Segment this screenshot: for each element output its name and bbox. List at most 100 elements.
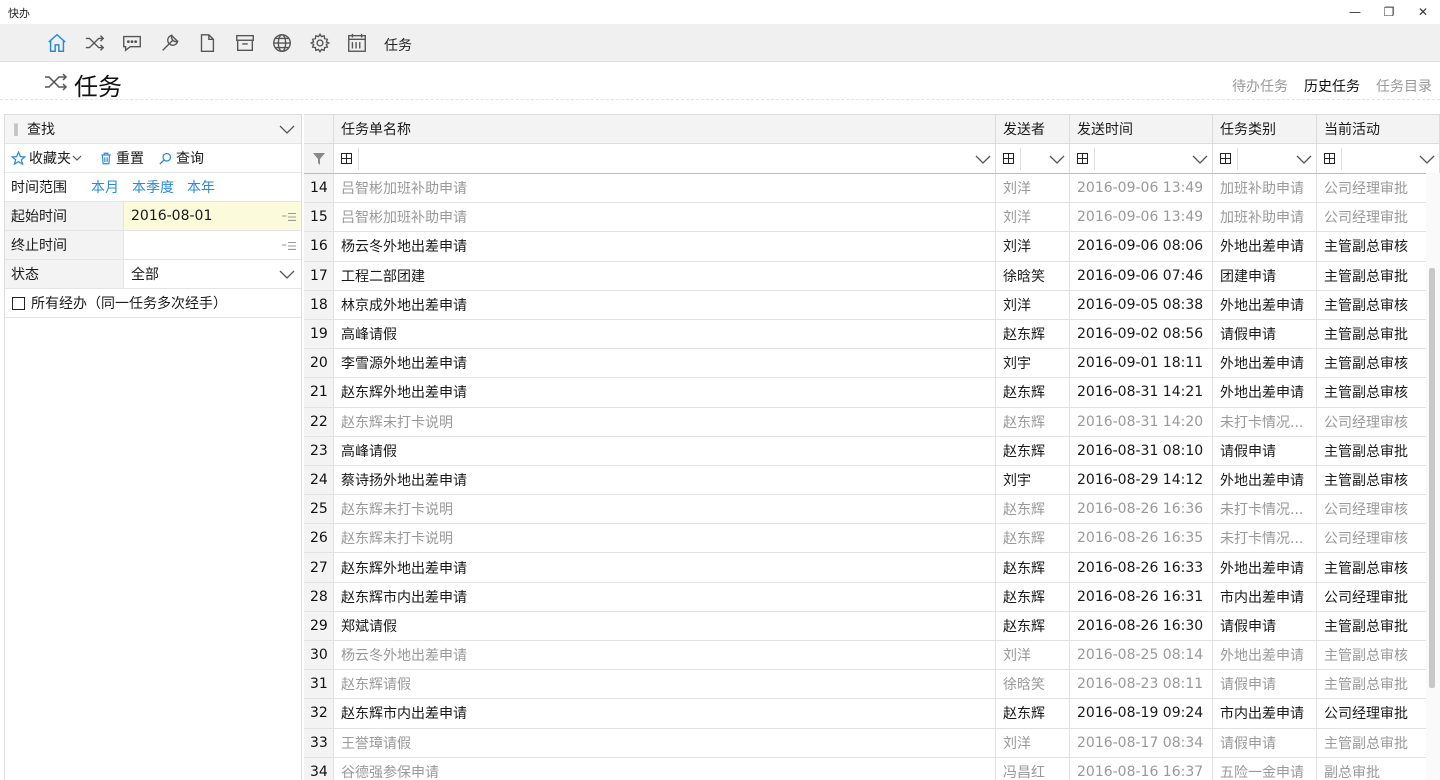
chevron-down-icon[interactable] (975, 152, 991, 166)
all-handled-checkbox[interactable] (12, 296, 25, 310)
current-activity-cell: 主管副总审批 (1317, 670, 1427, 699)
row-number: 27 (304, 553, 334, 582)
table-row[interactable]: 17 工程二部团建 徐晗笑 2016-09-06 07:46 团建申请 主管副总审批 (304, 261, 1440, 291)
table-row[interactable]: 28 赵东辉市内出差申请 赵东辉 2016-08-26 16:31 市内出差申请 公司经理… (304, 582, 1440, 612)
task-type-cell: 请假申请 (1213, 670, 1317, 699)
column-header-send-time[interactable]: 发送时间 (1070, 115, 1213, 144)
table-row[interactable]: 19 高峰请假 赵东辉 2016-09-02 08:56 请假申请 主管副总审批 (304, 319, 1440, 350)
vertical-scrollbar[interactable] (1426, 173, 1440, 780)
table-row[interactable]: 14 吕智彬加班补助申请 刘洋 2016-09-06 13:49 加班补助申请 公司经理审… (304, 174, 1440, 204)
archive-icon[interactable] (232, 30, 258, 56)
table-row[interactable]: 30 杨云冬外地出差申请 刘洋 2016-08-25 08:14 外地出差申请 主管副总审… (304, 641, 1440, 671)
filter-task-type[interactable] (1213, 144, 1317, 174)
status-label: 状态 (5, 260, 124, 288)
task-name-cell: 杨云冬外地出差申请 (334, 641, 996, 670)
filter-operator-icon[interactable] (1003, 153, 1014, 164)
sender-cell: 刘宇 (996, 465, 1070, 495)
column-header-current-activity[interactable]: 当前活动 (1317, 115, 1440, 144)
current-activity-cell: 公司经理审批 (1317, 582, 1427, 611)
send-time-cell: 2016-08-29 14:12 (1070, 465, 1213, 495)
tab-pending-tasks[interactable]: 待办任务 (1232, 76, 1288, 96)
table-row[interactable]: 33 王誉璋请假 刘洋 2016-08-17 08:34 请假申请 主管副总审批 (304, 728, 1440, 758)
table-row[interactable]: 23 高峰请假 赵东辉 2016-08-31 08:10 请假申请 主管副总审批 (304, 436, 1440, 466)
filter-sender[interactable] (996, 144, 1070, 174)
table-row[interactable]: 16 杨云冬外地出差申请 刘洋 2016-09-06 08:06 外地出差申请 主管副总审… (304, 232, 1440, 262)
gear-icon[interactable] (307, 30, 333, 56)
table-row[interactable]: 26 赵东辉未打卡说明 赵东辉 2016-08-26 16:35 未打卡情况... 公司经… (304, 524, 1440, 554)
tab-task-catalog[interactable]: 任务目录 (1376, 76, 1432, 96)
table-row[interactable]: 22 赵东辉未打卡说明 赵东辉 2016-08-31 14:20 未打卡情况... 公司经… (304, 407, 1440, 437)
end-time-field[interactable]: ⁼☰ (124, 231, 301, 259)
chevron-down-icon[interactable] (279, 122, 295, 136)
chevron-down-icon (72, 155, 82, 161)
table-row[interactable]: 31 赵东辉请假 徐晗笑 2016-08-23 08:11 请假申请 主管副总审批 (304, 670, 1440, 700)
chevron-down-icon[interactable] (1296, 152, 1312, 166)
reset-button[interactable]: 重置 (99, 148, 144, 168)
table-row[interactable]: 25 赵东辉未打卡说明 赵东辉 2016-08-26 16:36 未打卡情况... 公司经… (304, 495, 1440, 525)
range-this-quarter-link[interactable]: 本季度 (132, 177, 174, 197)
table-row[interactable]: 24 蔡诗扬外地出差申请 刘宇 2016-08-29 14:12 外地出差申请 主管副总审… (304, 465, 1440, 496)
send-time-cell: 2016-09-06 08:06 (1070, 232, 1213, 261)
chevron-down-icon[interactable] (1049, 152, 1065, 166)
chevron-down-icon[interactable] (1419, 152, 1435, 166)
scrollbar-thumb[interactable] (1429, 268, 1435, 688)
table-row[interactable]: 18 林京成外地出差申请 刘洋 2016-09-05 08:38 外地出差申请 主管副总审… (304, 290, 1440, 320)
range-this-year-link[interactable]: 本年 (187, 177, 215, 197)
filter-operator-icon[interactable] (1324, 153, 1335, 164)
column-header-sender[interactable]: 发送者 (996, 115, 1070, 144)
table-row[interactable]: 20 李雪源外地出差申请 刘宇 2016-09-01 18:11 外地出差申请 主管副总审… (304, 349, 1440, 379)
sender-cell: 刘洋 (996, 641, 1070, 670)
task-name-cell: 高峰请假 (334, 436, 996, 465)
filter-operator-icon[interactable] (341, 153, 352, 164)
date-picker-icon[interactable]: ⁼☰ (281, 211, 297, 224)
task-type-cell: 未打卡情况... (1213, 524, 1317, 553)
row-number: 18 (304, 290, 334, 319)
column-header-task-type[interactable]: 任务类别 (1213, 115, 1317, 144)
filter-current-activity[interactable] (1317, 144, 1440, 174)
message-icon[interactable] (119, 30, 145, 56)
table-row[interactable]: 34 谷德强参保申请 冯昌红 2016-08-16 16:37 五险一金申请 副总审批 (304, 757, 1440, 780)
filter-send-time[interactable] (1070, 144, 1213, 174)
table-row[interactable]: 15 吕智彬加班补助申请 刘洋 2016-09-06 13:49 加班补助申请 公司经理审… (304, 203, 1440, 233)
favorites-button[interactable]: 收藏夹 (11, 148, 85, 168)
start-time-field[interactable]: 2016-08-01 ⁼☰ (124, 202, 301, 230)
close-button[interactable]: ✕ (1406, 0, 1440, 24)
filter-operator-icon[interactable] (1220, 153, 1231, 164)
restore-button[interactable]: ❐ (1372, 0, 1406, 24)
calendar-icon[interactable] (344, 30, 370, 56)
minimize-button[interactable]: — (1338, 0, 1372, 24)
task-name-cell: 工程二部团建 (334, 261, 996, 290)
search-tools-row: 收藏夹 重置 查询 (5, 144, 301, 173)
row-number: 26 (304, 524, 334, 553)
time-range-row: 时间范围 本月 本季度 本年 (5, 173, 301, 202)
date-picker-icon[interactable]: ⁼☰ (281, 240, 297, 253)
document-icon[interactable] (194, 30, 220, 56)
globe-icon[interactable] (269, 30, 295, 56)
current-activity-cell: 主管副总审核 (1317, 553, 1427, 582)
filter-operator-icon[interactable] (1077, 153, 1088, 164)
search-panel-header[interactable]: ‖ 查找 (5, 115, 301, 144)
filter-icon[interactable] (313, 153, 325, 165)
all-handled-row[interactable]: 所有经办（同一任务多次经手） (5, 289, 301, 318)
search-icon (159, 152, 172, 165)
sender-cell: 刘洋 (996, 203, 1070, 232)
table-row[interactable]: 21 赵东辉外地出差申请 赵东辉 2016-08-31 14:21 外地出差申请 主管副总… (304, 378, 1440, 408)
send-time-cell: 2016-09-06 13:49 (1070, 174, 1213, 203)
table-row[interactable]: 29 郑斌请假 赵东辉 2016-08-26 16:30 请假申请 主管副总审批 (304, 611, 1440, 641)
column-header-name[interactable]: 任务单名称 (334, 115, 996, 144)
query-button[interactable]: 查询 (158, 148, 204, 168)
status-select[interactable]: 全部 (124, 260, 301, 288)
table-row[interactable]: 32 赵东辉市内出差申请 赵东辉 2016-08-19 09:24 市内出差申请 公司经理… (304, 699, 1440, 729)
wrench-icon[interactable] (157, 30, 183, 56)
current-activity-cell: 主管副总审核 (1317, 378, 1427, 407)
table-row[interactable]: 27 赵东辉外地出差申请 赵东辉 2016-08-26 16:33 外地出差申请 主管副总… (304, 553, 1440, 583)
current-activity-cell: 公司经理审核 (1317, 495, 1427, 524)
range-this-month-link[interactable]: 本月 (91, 177, 119, 197)
tab-history-tasks[interactable]: 历史任务 (1304, 76, 1360, 96)
filter-name[interactable] (334, 144, 996, 174)
row-number: 22 (304, 407, 334, 436)
shuffle-icon[interactable] (82, 30, 108, 56)
chevron-down-icon[interactable] (1192, 152, 1208, 166)
home-icon[interactable] (44, 30, 70, 56)
send-time-cell: 2016-08-31 14:21 (1070, 378, 1213, 407)
